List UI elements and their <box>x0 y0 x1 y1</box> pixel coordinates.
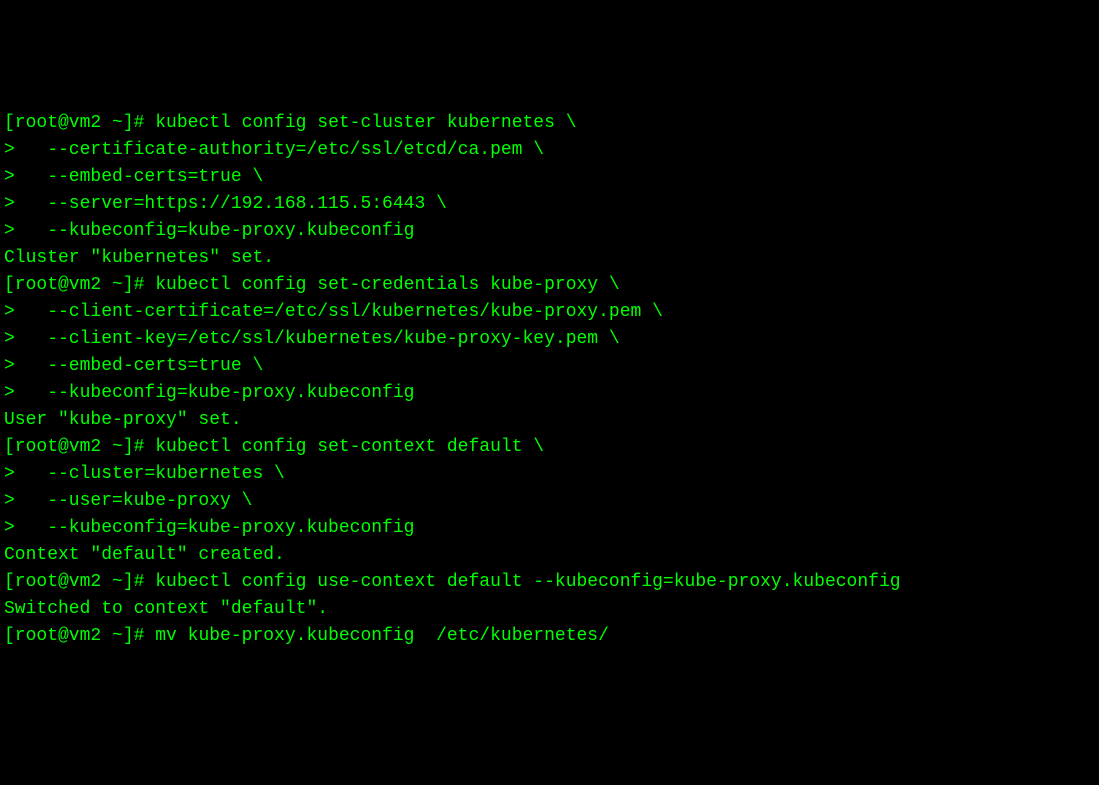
terminal-line: > --cluster=kubernetes \ <box>4 461 1095 488</box>
terminal-line: > --embed-certs=true \ <box>4 353 1095 380</box>
command-text: kubectl config set-cluster kubernetes \ <box>155 113 576 133</box>
shell-prompt: [root@vm2 ~]# <box>4 275 155 295</box>
output-line: User "kube-proxy" set. <box>4 407 1095 434</box>
terminal-line: > --user=kube-proxy \ <box>4 488 1095 515</box>
terminal-line: > --kubeconfig=kube-proxy.kubeconfig <box>4 380 1095 407</box>
output-line: Switched to context "default". <box>4 596 1095 623</box>
terminal-line: [root@vm2 ~]# kubectl config use-context… <box>4 569 1095 596</box>
terminal-output[interactable]: [root@vm2 ~]# kubectl config set-cluster… <box>4 110 1095 650</box>
command-text: kubectl config set-context default \ <box>155 437 544 457</box>
shell-prompt: [root@vm2 ~]# <box>4 572 155 592</box>
terminal-line: > --client-certificate=/etc/ssl/kubernet… <box>4 299 1095 326</box>
shell-prompt: [root@vm2 ~]# <box>4 113 155 133</box>
command-text: kubectl config set-credentials kube-prox… <box>155 275 619 295</box>
terminal-line: > --client-key=/etc/ssl/kubernetes/kube-… <box>4 326 1095 353</box>
command-text: kubectl config use-context default --kub… <box>155 572 900 592</box>
terminal-line: > --certificate-authority=/etc/ssl/etcd/… <box>4 137 1095 164</box>
shell-prompt: [root@vm2 ~]# <box>4 626 155 646</box>
command-text: mv kube-proxy.kubeconfig /etc/kubernetes… <box>155 626 609 646</box>
terminal-line: [root@vm2 ~]# mv kube-proxy.kubeconfig /… <box>4 623 1095 650</box>
terminal-line: > --server=https://192.168.115.5:6443 \ <box>4 191 1095 218</box>
terminal-line: > --kubeconfig=kube-proxy.kubeconfig <box>4 515 1095 542</box>
terminal-line: > --embed-certs=true \ <box>4 164 1095 191</box>
output-line: Context "default" created. <box>4 542 1095 569</box>
shell-prompt: [root@vm2 ~]# <box>4 437 155 457</box>
terminal-line: [root@vm2 ~]# kubectl config set-cluster… <box>4 110 1095 137</box>
terminal-line: > --kubeconfig=kube-proxy.kubeconfig <box>4 218 1095 245</box>
output-line: Cluster "kubernetes" set. <box>4 245 1095 272</box>
terminal-line: [root@vm2 ~]# kubectl config set-context… <box>4 434 1095 461</box>
terminal-line: [root@vm2 ~]# kubectl config set-credent… <box>4 272 1095 299</box>
